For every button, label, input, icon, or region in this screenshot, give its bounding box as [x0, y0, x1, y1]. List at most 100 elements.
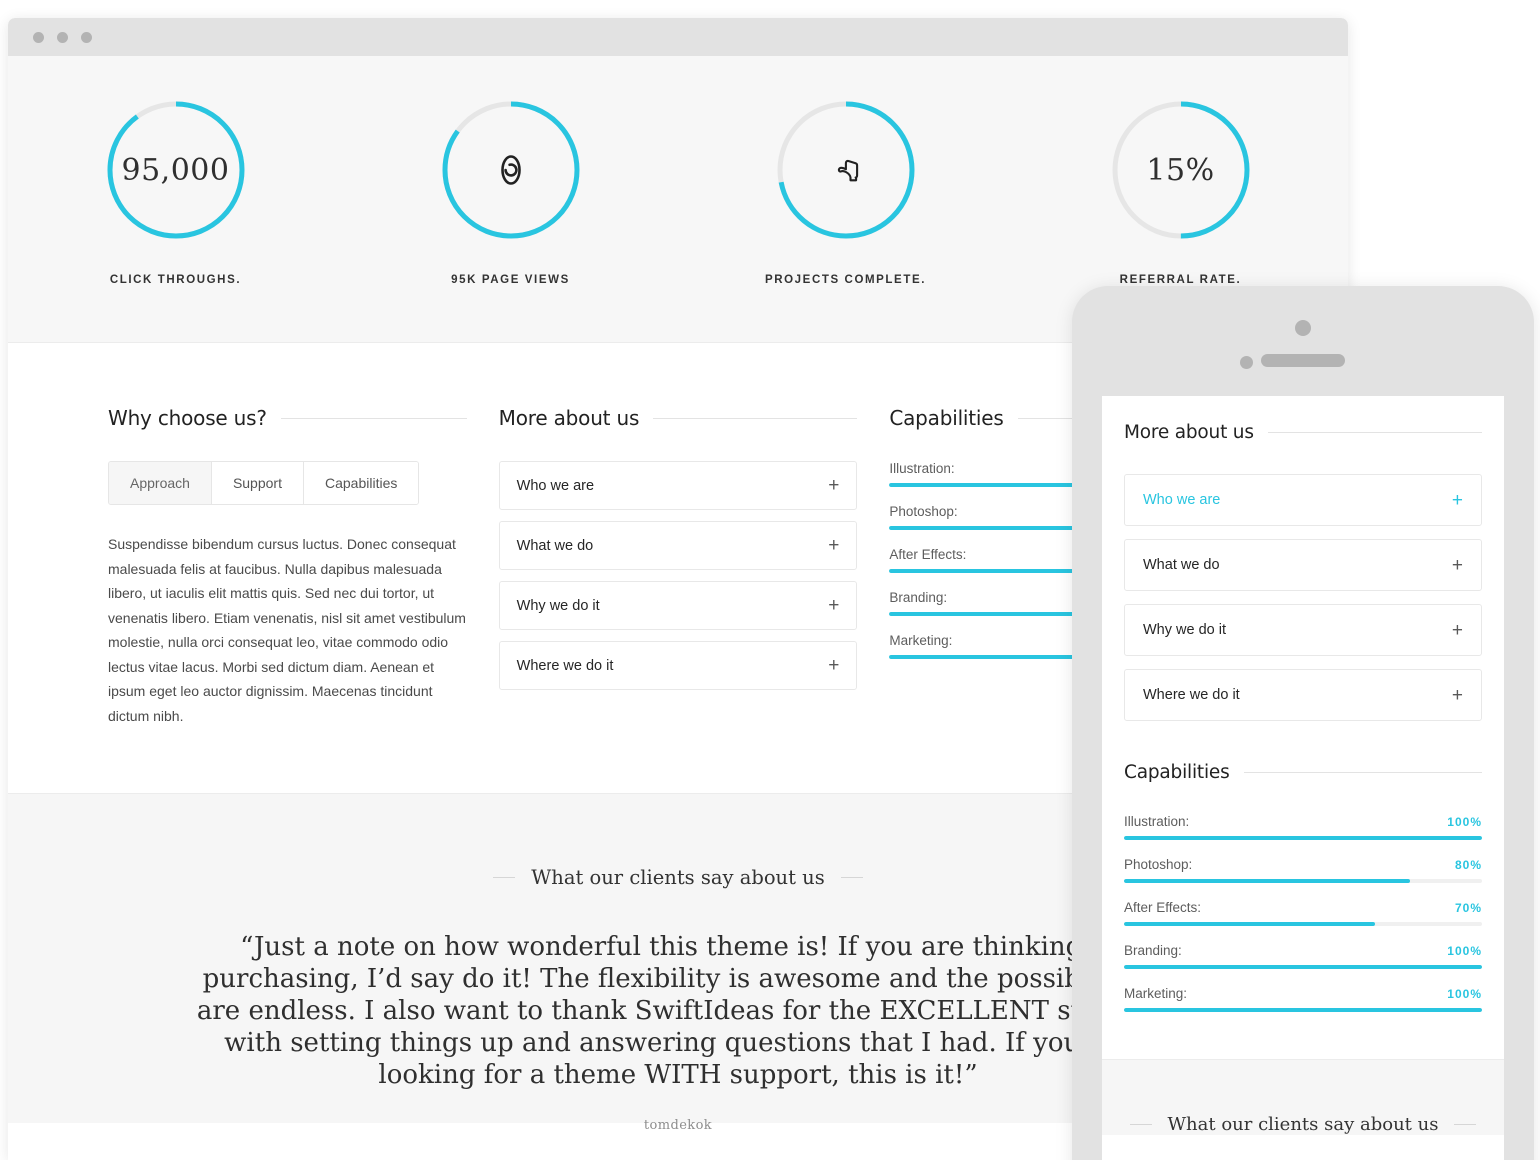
- plus-icon: +: [1451, 684, 1463, 706]
- why-choose-heading: Why choose us?: [108, 406, 467, 430]
- phone-accordion: Who we are + What we do + Why we do it +…: [1124, 474, 1482, 721]
- phone-speaker-icon: [1261, 354, 1345, 367]
- heading-rule: [280, 417, 467, 419]
- more-about-column: More about us Who we are + What we do +: [498, 406, 858, 728]
- plus-icon: +: [828, 475, 840, 496]
- plus-icon: +: [1451, 554, 1463, 576]
- progress-track: [1124, 1008, 1482, 1012]
- phone-top-bezel: [1072, 286, 1534, 396]
- browser-title-bar: [8, 18, 1348, 56]
- accordion-item-why-we-do-it[interactable]: Why we do it +: [498, 581, 858, 630]
- plus-icon: +: [1451, 489, 1463, 511]
- capability-label: Photoshop:: [1124, 857, 1193, 872]
- phone-capabilities-heading: Capabilities: [1124, 762, 1482, 783]
- phone-more-about-heading: More about us: [1124, 422, 1482, 443]
- progress-ring: 15%: [1109, 98, 1253, 242]
- capability-percent: 100%: [1447, 944, 1482, 958]
- progress-track: [1124, 922, 1482, 926]
- plus-icon: +: [828, 595, 840, 616]
- accordion-label: Why we do it: [516, 597, 600, 614]
- phone-content-top: More about us Who we are + What we do + …: [1102, 396, 1504, 1059]
- minimize-dot-icon[interactable]: [57, 31, 68, 43]
- section-title: Capabilities: [1124, 762, 1230, 783]
- capability-row: Photoshop: 80%: [1124, 857, 1482, 883]
- capability-label: After Effects:: [1124, 900, 1202, 915]
- capability-row: Marketing: 100%: [1124, 986, 1482, 1012]
- accordion-label: Where we do it: [1143, 687, 1240, 703]
- progress-track: [1124, 879, 1482, 883]
- stat-referral-rate: 15% REFERRAL RATE.: [1013, 98, 1348, 286]
- capability-percent: 100%: [1447, 987, 1482, 1001]
- thumbs-up-icon: [837, 159, 858, 182]
- accordion-label: What we do: [1143, 557, 1220, 573]
- progress-track: [1124, 836, 1482, 840]
- accordion-item-who-we-are[interactable]: Who we are +: [498, 461, 858, 510]
- stat-label: CLICK THROUGHS.: [109, 274, 242, 286]
- eye-icon: [500, 155, 521, 185]
- progress-track: [1124, 965, 1482, 969]
- more-about-heading: More about us: [499, 406, 858, 430]
- phone-screen: More about us Who we are + What we do + …: [1102, 396, 1504, 1160]
- accordion-item-what-we-do[interactable]: What we do +: [498, 521, 858, 570]
- stats-row: 95,000 CLICK THROUGHS. 95K PAGE VIEWS PR…: [8, 98, 1348, 286]
- maximize-dot-icon[interactable]: [81, 31, 92, 43]
- tab-approach[interactable]: Approach: [109, 462, 212, 504]
- capability-row: Branding: 100%: [1124, 943, 1482, 969]
- stat-click-throughs: 95,000 CLICK THROUGHS.: [8, 98, 343, 286]
- plus-icon: +: [828, 655, 840, 676]
- capability-label: Photoshop:: [889, 504, 958, 519]
- accordion-item-who-we-are[interactable]: Who we are +: [1124, 474, 1482, 526]
- stat-label: 95K PAGE VIEWS: [451, 274, 570, 286]
- accordion-label: Who we are: [516, 477, 595, 494]
- section-title: What our clients say about us: [1167, 1114, 1439, 1135]
- stat-value: 15%: [1146, 152, 1215, 188]
- section-title: More about us: [498, 406, 640, 430]
- accordion-label: Who we are: [1143, 492, 1221, 508]
- accordion-item-where-we-do-it[interactable]: Where we do it +: [498, 641, 858, 690]
- heading-rule: [653, 417, 858, 419]
- capability-label: Illustration:: [889, 461, 955, 476]
- progress-ring: [774, 98, 918, 242]
- section-title: More about us: [1124, 422, 1254, 443]
- accordion-item-what-we-do[interactable]: What we do +: [1124, 539, 1482, 591]
- accordion: Who we are + What we do + Why we do it +: [498, 461, 858, 690]
- accordion-label: Why we do it: [1143, 622, 1226, 638]
- ring-center: 15%: [1109, 98, 1253, 242]
- stat-projects-complete: PROJECTS COMPLETE.: [678, 98, 1013, 286]
- capability-label: Marketing:: [889, 633, 953, 648]
- phone-mockup: More about us Who we are + What we do + …: [1072, 286, 1534, 1160]
- accordion-item-where-we-do-it[interactable]: Where we do it +: [1124, 669, 1482, 721]
- capability-label: Branding:: [889, 590, 948, 605]
- tab-support[interactable]: Support: [211, 462, 304, 504]
- heading-rule-left: [1129, 1124, 1152, 1125]
- tab-group: Approach Support Capabilities: [108, 461, 420, 505]
- close-dot-icon[interactable]: [33, 31, 44, 43]
- phone-sensor-icon: [1240, 356, 1253, 369]
- accordion-label: What we do: [516, 537, 594, 554]
- capability-label: Branding:: [1124, 943, 1182, 958]
- capability-label: Marketing:: [1124, 986, 1188, 1001]
- progress-fill: [1124, 922, 1375, 926]
- ring-center: [774, 98, 918, 242]
- capability-percent: 100%: [1447, 815, 1482, 829]
- testimonial-author: tomdekok: [643, 1118, 713, 1133]
- tab-capabilities[interactable]: Capabilities: [303, 462, 419, 504]
- capability-percent: 70%: [1454, 901, 1482, 915]
- ring-center: [439, 98, 583, 242]
- progress-ring: [439, 98, 583, 242]
- progress-fill: [1124, 965, 1482, 969]
- capability-label: Illustration:: [1124, 814, 1190, 829]
- stat-page-views: 95K PAGE VIEWS: [343, 98, 678, 286]
- plus-icon: +: [1451, 619, 1463, 641]
- capability-percent: 80%: [1454, 858, 1482, 872]
- plus-icon: +: [828, 535, 840, 556]
- screenshot-stage: 95,000 CLICK THROUGHS. 95K PAGE VIEWS PR…: [0, 0, 1540, 1160]
- testimonial-heading: What our clients say about us: [178, 866, 1178, 889]
- section-title: What our clients say about us: [531, 866, 825, 889]
- section-title: Capabilities: [889, 406, 1004, 430]
- progress-fill: [1124, 879, 1411, 883]
- why-choose-column: Why choose us? Approach Support Capabili…: [108, 406, 467, 728]
- phone-testimonial-section: What our clients say about us: [1102, 1059, 1504, 1135]
- accordion-item-why-we-do-it[interactable]: Why we do it +: [1124, 604, 1482, 656]
